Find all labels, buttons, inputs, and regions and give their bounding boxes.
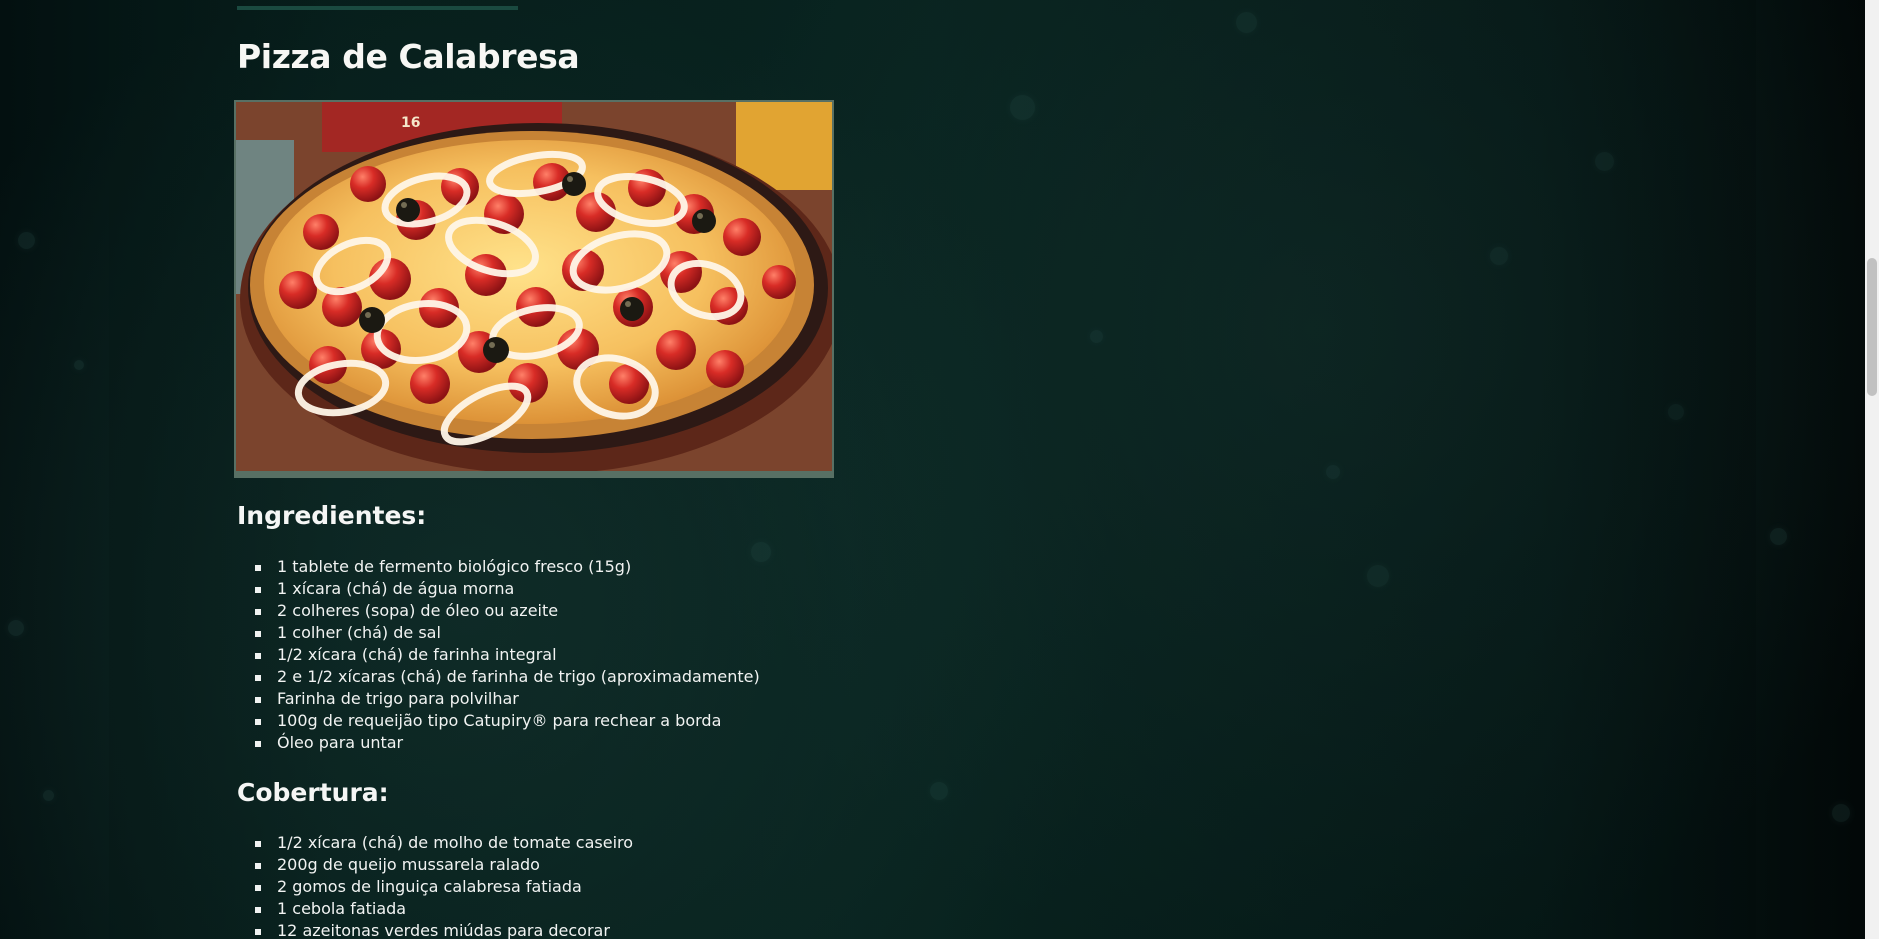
background-bokeh-dot: [1770, 528, 1787, 545]
ingredient-item: Farinha de trigo para polvilhar: [255, 688, 760, 710]
topping-list: 1/2 xícara (chá) de molho de tomate case…: [254, 832, 634, 939]
pizza-image-frame: 16: [234, 100, 834, 478]
recipe-title: Pizza de Calabresa: [237, 37, 580, 76]
pizza-background-number: 16: [401, 115, 420, 131]
ingredient-item: 2 colheres (sopa) de óleo ou azeite: [255, 600, 760, 622]
topping-heading: Cobertura:: [237, 778, 389, 807]
recipe-page-column: Pizza de Calabresa 16 Ingredientes: 1 ta…: [109, 0, 1756, 939]
ingredients-heading: Ingredientes:: [237, 501, 427, 530]
background-bokeh-dot: [8, 620, 24, 636]
title-accent-rule: [237, 6, 518, 10]
ingredient-item: 1/2 xícara (chá) de farinha integral: [255, 644, 760, 666]
pizza-calabresa-image: 16: [236, 102, 832, 471]
background-bokeh-dot: [18, 232, 35, 249]
ingredient-item: 100g de requeijão tipo Catupiry® para re…: [255, 710, 760, 732]
background-bokeh-dot: [43, 790, 54, 801]
topping-item: 12 azeitonas verdes miúdas para decorar: [254, 920, 633, 939]
ingredient-item: Óleo para untar: [255, 732, 760, 754]
topping-item: 200g de queijo mussarela ralado: [254, 854, 633, 876]
topping-item: 2 gomos de linguiça calabresa fatiada: [254, 876, 633, 898]
ingredient-item: 1 colher (chá) de sal: [255, 622, 760, 644]
background-bokeh-dot: [74, 360, 84, 370]
scrollbar-thumb[interactable]: [1867, 258, 1877, 396]
topping-item: 1 cebola fatiada: [254, 898, 633, 920]
topping-item: 1/2 xícara (chá) de molho de tomate case…: [254, 833, 634, 852]
page-scrollbar[interactable]: [1865, 0, 1879, 939]
background-bokeh-dot: [1832, 804, 1850, 822]
ingredient-item: 1 xícara (chá) de água morna: [255, 578, 760, 600]
ingredient-item: 2 e 1/2 xícaras (chá) de farinha de trig…: [255, 667, 760, 686]
ingredients-list: 1 tablete de fermento biológico fresco (…: [255, 556, 760, 754]
ingredient-item: 1 tablete de fermento biológico fresco (…: [255, 556, 760, 578]
